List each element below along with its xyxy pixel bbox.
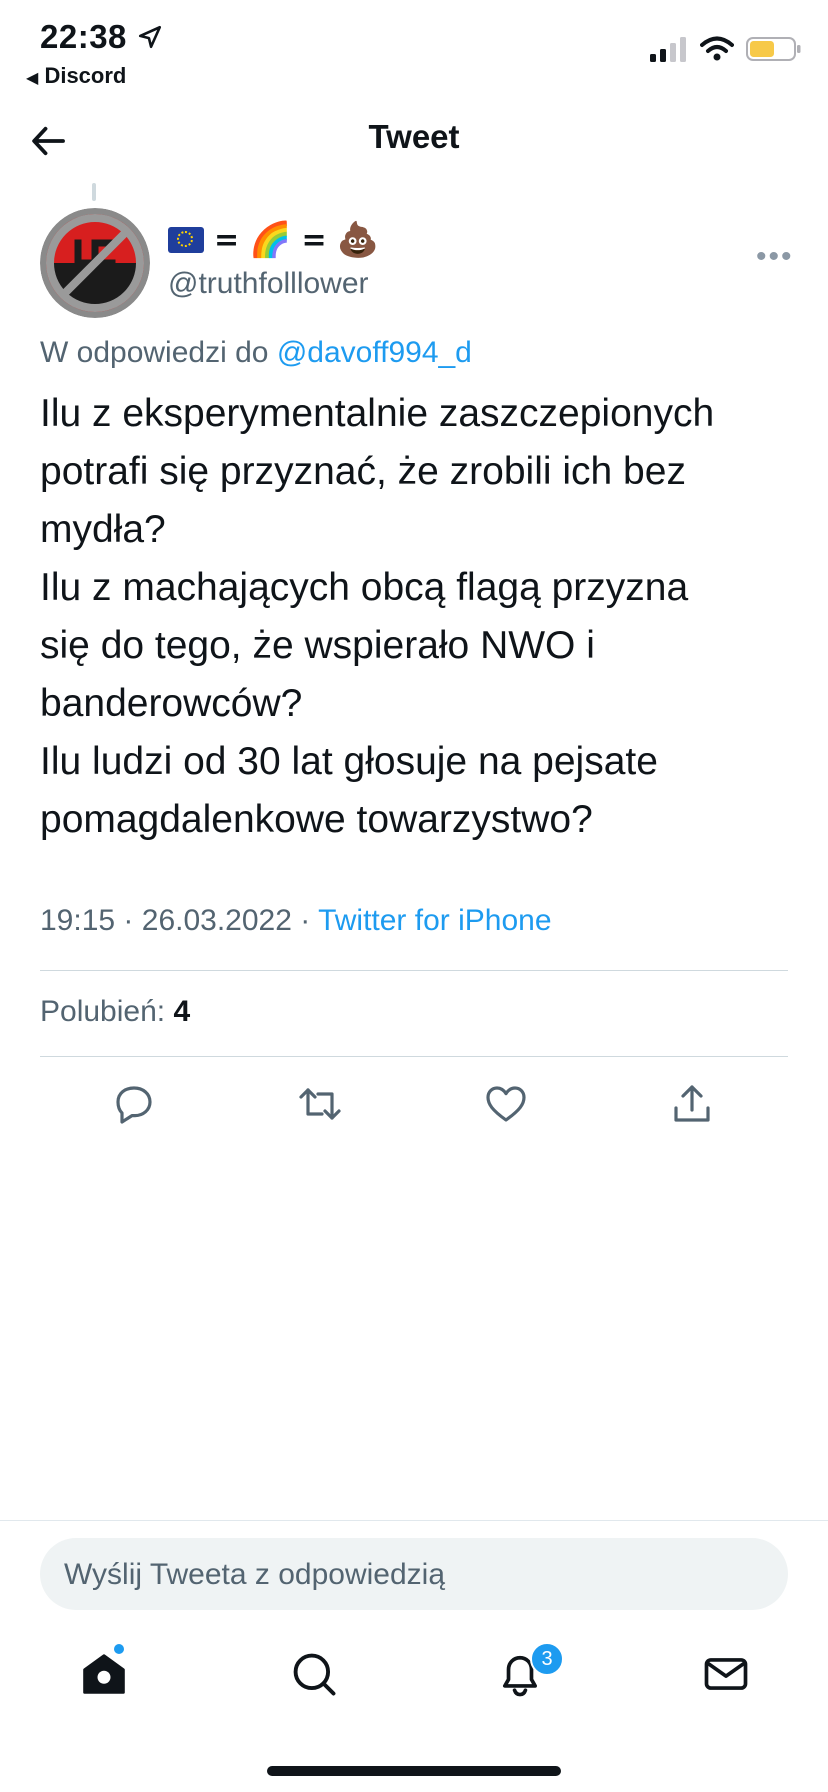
tweet-source-link[interactable]: Twitter for iPhone <box>318 904 551 937</box>
divider <box>40 1056 788 1057</box>
home-new-indicator <box>114 1644 124 1654</box>
reply-to-link[interactable]: @davoff994_d <box>277 336 472 369</box>
tab-home[interactable] <box>78 1648 130 1700</box>
status-icons <box>650 36 802 62</box>
back-triangle-icon: ◀ <box>26 70 39 87</box>
more-options-icon[interactable]: ••• <box>756 240 794 274</box>
user-handle[interactable]: @truthfolllower <box>168 267 369 301</box>
tab-search[interactable] <box>288 1648 340 1700</box>
tweet-meta: 19:15 · 26.03.2022 · Twitter for iPhone <box>40 904 552 937</box>
page-title: Tweet <box>368 118 460 155</box>
reply-placeholder: Wyślij Tweeta z odpowiedzią <box>64 1558 446 1591</box>
reply-icon <box>116 1086 152 1124</box>
retweet-button[interactable] <box>296 1080 344 1128</box>
eu-flag-icon <box>168 227 204 253</box>
back-to-app[interactable]: ◀ Discord <box>26 63 126 89</box>
likes-count: 4 <box>173 995 191 1028</box>
reply-input[interactable]: Wyślij Tweeta z odpowiedzią <box>40 1538 788 1610</box>
signal-icon <box>650 37 686 62</box>
wifi-icon <box>700 36 734 61</box>
heart-icon <box>486 1086 526 1122</box>
status-time: 22:38 <box>40 18 163 56</box>
tweet-time: 19:15 <box>40 904 116 937</box>
notifications-badge: 3 <box>530 1642 564 1676</box>
reply-button[interactable] <box>110 1080 158 1128</box>
thread-line <box>92 183 96 201</box>
avatar[interactable] <box>40 208 150 318</box>
tweet-date: 26.03.2022 <box>141 904 292 937</box>
share-button[interactable] <box>668 1080 716 1128</box>
location-arrow-icon <box>138 25 161 49</box>
divider <box>0 1520 828 1521</box>
home-indicator <box>267 1766 561 1776</box>
retweet-icon <box>299 1088 341 1120</box>
like-button[interactable] <box>482 1080 530 1128</box>
search-icon <box>293 1653 336 1696</box>
rainbow-emoji: 🌈 <box>249 220 292 260</box>
share-icon <box>674 1085 710 1122</box>
reply-context: W odpowiedzi do @davoff994_d <box>40 336 472 369</box>
tweet-text: Ilu z eksperymentalnie zaszczepionych po… <box>40 392 715 841</box>
likes-summary[interactable]: Polubień: 4 <box>40 995 190 1029</box>
battery-icon <box>746 37 801 61</box>
mail-icon <box>704 1658 748 1690</box>
poop-emoji: 💩 <box>336 220 379 260</box>
divider <box>40 970 788 971</box>
tab-messages[interactable] <box>700 1648 752 1700</box>
home-icon <box>83 1654 125 1694</box>
display-name[interactable]: = 🌈 = 💩 <box>168 220 379 260</box>
